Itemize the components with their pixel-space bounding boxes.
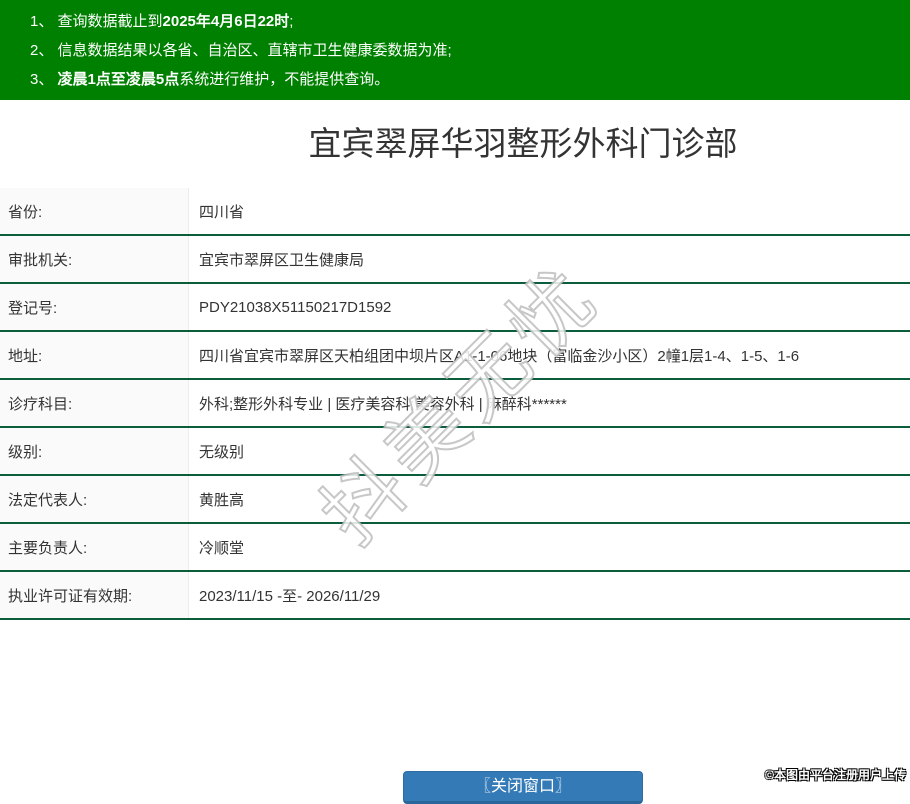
table-row-clinical-departments: 诊疗科目: 外科;整形外科专业 | 医疗美容科;美容外科 | 麻醉科****** — [0, 379, 910, 427]
row-value: 外科;整形外科专业 | 医疗美容科;美容外科 | 麻醉科****** — [189, 379, 910, 427]
row-value: 冷顺堂 — [189, 523, 910, 571]
upload-credit: ©本图由平台注册用户上传 — [765, 766, 906, 783]
row-value: 黄胜高 — [189, 475, 910, 523]
row-value: 2023/11/15 -至- 2026/11/29 — [189, 571, 910, 619]
row-label: 登记号: — [0, 283, 189, 331]
notice-text: 3、 — [30, 71, 58, 88]
page-container: 1、 查询数据截止到2025年4月6日22时; 2、 信息数据结果以各省、自治区… — [0, 0, 910, 804]
close-window-button[interactable]: 〖关闭窗口〗 — [403, 771, 643, 804]
notice-text: 2、 信息数据结果以各省、自治区、直辖市卫生健康委数据为准; — [30, 42, 452, 59]
row-value: 无级别 — [189, 427, 910, 475]
table-row-level: 级别: 无级别 — [0, 427, 910, 475]
row-label: 省份: — [0, 188, 189, 235]
notice-item-2: 2、 信息数据结果以各省、自治区、直辖市卫生健康委数据为准; — [30, 36, 910, 65]
notice-text-bold: 2025年4月6日22时 — [163, 13, 290, 30]
page-title: 宜宾翠屏华羽整形外科门诊部 — [0, 100, 910, 188]
row-value: PDY21038X51150217D1592 — [189, 283, 910, 331]
table-row-address: 地址: 四川省宜宾市翠屏区天柏组团中坝片区A1-1-06地块（富临金沙小区）2幢… — [0, 331, 910, 379]
table-row-registration-number: 登记号: PDY21038X51150217D1592 — [0, 283, 910, 331]
notice-text: ; — [289, 13, 293, 30]
row-value: 宜宾市翠屏区卫生健康局 — [189, 235, 910, 283]
row-label: 审批机关: — [0, 235, 189, 283]
info-table: 省份: 四川省 审批机关: 宜宾市翠屏区卫生健康局 登记号: PDY21038X… — [0, 188, 910, 620]
table-row-approval-authority: 审批机关: 宜宾市翠屏区卫生健康局 — [0, 235, 910, 283]
row-label: 诊疗科目: — [0, 379, 189, 427]
row-label: 地址: — [0, 331, 189, 379]
notice-text: 1、 查询数据截止到 — [30, 13, 163, 30]
row-label: 级别: — [0, 427, 189, 475]
row-label: 法定代表人: — [0, 475, 189, 523]
table-row-province: 省份: 四川省 — [0, 188, 910, 235]
table-row-license-validity: 执业许可证有效期: 2023/11/15 -至- 2026/11/29 — [0, 571, 910, 619]
row-value: 四川省 — [189, 188, 910, 235]
row-label: 主要负责人: — [0, 523, 189, 571]
table-row-legal-representative: 法定代表人: 黄胜高 — [0, 475, 910, 523]
notice-item-3: 3、 凌晨1点至凌晨5点系统进行维护，不能提供查询。 — [30, 65, 910, 94]
notice-text: 系统进行维护，不能提供查询。 — [179, 71, 389, 88]
table-row-principal: 主要负责人: 冷顺堂 — [0, 523, 910, 571]
notice-bar: 1、 查询数据截止到2025年4月6日22时; 2、 信息数据结果以各省、自治区… — [0, 0, 910, 100]
notice-item-1: 1、 查询数据截止到2025年4月6日22时; — [30, 7, 910, 36]
notice-text-bold: 凌晨1点至凌晨5点 — [58, 71, 180, 88]
row-value: 四川省宜宾市翠屏区天柏组团中坝片区A1-1-06地块（富临金沙小区）2幢1层1-… — [189, 331, 910, 379]
row-label: 执业许可证有效期: — [0, 571, 189, 619]
